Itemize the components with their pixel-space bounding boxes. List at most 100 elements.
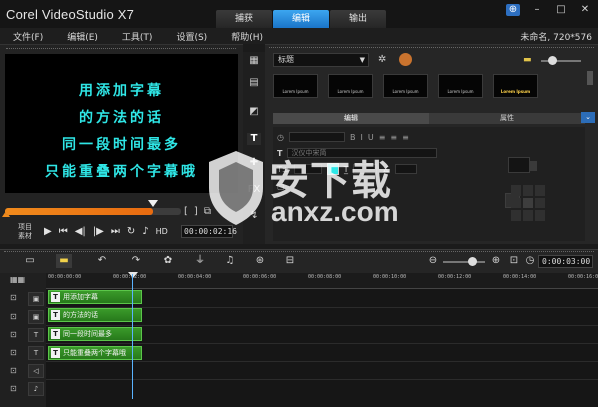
playhead[interactable] <box>132 274 133 399</box>
italic-icon[interactable]: I <box>360 133 362 142</box>
play-icon[interactable]: ▶ <box>44 226 52 237</box>
timeline-timecode[interactable]: 0:00:03:00 <box>538 255 593 268</box>
add-content-icon[interactable] <box>399 53 412 66</box>
title-thumbnail[interactable]: Lorem Ipsum <box>273 74 318 98</box>
smart-package-icon[interactable]: ✿ <box>160 254 176 268</box>
instant-project-icon[interactable]: ▤ <box>247 77 261 89</box>
rotation-icon[interactable]: ∡ <box>382 165 389 174</box>
music-track-button[interactable]: ♪ <box>28 382 44 396</box>
align-cell[interactable] <box>535 185 545 196</box>
align-icon[interactable]: ≡ <box>402 133 409 142</box>
library-scrollbar[interactable] <box>587 71 593 85</box>
effects-icon[interactable]: ✲ <box>378 54 386 65</box>
bold-icon[interactable]: B <box>350 133 356 142</box>
chevron-down-icon[interactable] <box>529 161 537 171</box>
zoom-in-icon[interactable]: ⊕ <box>488 254 504 268</box>
title-track-button[interactable]: T <box>28 346 44 360</box>
panel-grip[interactable] <box>4 251 594 253</box>
hd-button[interactable]: HD <box>156 227 168 236</box>
title-track-icon[interactable]: ⊡ <box>10 330 17 339</box>
align-cell[interactable] <box>523 210 533 221</box>
overlay-track-button[interactable]: ▣ <box>28 310 44 324</box>
track-manager-icon[interactable]: ▦▦ <box>10 275 25 284</box>
font-color-swatch[interactable] <box>326 163 339 175</box>
duration-field[interactable] <box>288 132 345 142</box>
tab-share[interactable]: 输出 <box>330 10 386 28</box>
gallery-select[interactable]: 标题 ▼ <box>273 53 369 67</box>
zoom-out-icon[interactable]: ⊖ <box>425 254 441 268</box>
align-icon[interactable]: ≡ <box>390 133 397 142</box>
restore-button[interactable]: □ <box>554 4 568 16</box>
mixer-icon[interactable]: ⏚ <box>192 254 208 268</box>
title-icon[interactable]: T <box>247 133 261 145</box>
motion-tracking-icon[interactable]: ⊛ <box>252 254 268 268</box>
media-icon[interactable]: ▦ <box>247 55 261 67</box>
video-preview[interactable]: 用添加字幕 的方法的话 同一段时间最多 只能重叠两个字幕哦 <box>5 54 238 193</box>
font-size-field[interactable] <box>293 164 322 174</box>
scrub-handle[interactable] <box>147 200 158 207</box>
panel-grip[interactable] <box>269 47 594 49</box>
title-track-button[interactable]: T <box>28 328 44 342</box>
timeline-view-icon[interactable]: ▬ <box>56 254 72 268</box>
home-icon[interactable]: ⏮ <box>59 226 68 237</box>
multi-title-checkbox[interactable]: ▢ <box>277 182 285 191</box>
voice-track-button[interactable]: ◁ <box>28 364 44 378</box>
align-cell[interactable] <box>511 210 521 221</box>
collapse-options-icon[interactable]: ⌄ <box>581 112 595 123</box>
scrub-bar[interactable] <box>5 200 181 215</box>
align-cell[interactable] <box>523 197 533 209</box>
volume-icon[interactable]: ♪ <box>142 226 148 237</box>
zoom-slider[interactable] <box>443 261 485 263</box>
panel-grip[interactable] <box>6 48 236 50</box>
video-track-icon[interactable]: ⊡ <box>10 293 17 302</box>
fit-to-window-icon[interactable]: ⊡ <box>506 254 522 268</box>
menu-help[interactable]: 帮助(H) <box>231 30 263 43</box>
menu-file[interactable]: 文件(F) <box>13 30 43 43</box>
align-cell[interactable] <box>511 197 521 209</box>
align-cell[interactable] <box>511 185 521 196</box>
path-icon[interactable]: ↯ <box>247 210 261 222</box>
line-spacing-field[interactable] <box>353 164 378 174</box>
split-icon[interactable]: ⧉ <box>204 206 211 217</box>
title-thumbnail[interactable]: Lorem Ipsum <box>438 74 483 98</box>
close-button[interactable]: ✕ <box>578 4 592 16</box>
font-select[interactable]: 汉仪中宋简 <box>287 148 438 158</box>
tab-edit-options[interactable]: 编辑 <box>273 113 429 124</box>
text-background-select[interactable] <box>508 157 530 173</box>
repeat-icon[interactable]: ↻ <box>127 226 135 237</box>
tab-edit[interactable]: 编辑 <box>273 10 329 28</box>
filter-icon[interactable]: FX <box>247 184 261 196</box>
graphic-icon[interactable]: ✚ <box>247 157 261 169</box>
title-clip[interactable]: T 的方法的话 <box>48 308 142 322</box>
align-icon[interactable]: ≡ <box>379 133 386 142</box>
undo-icon[interactable]: ↶ <box>94 254 110 268</box>
title-clip[interactable]: T 只能重叠两个字幕哦 <box>48 346 142 360</box>
globe-icon[interactable]: ⊕ <box>506 4 520 16</box>
align-cell[interactable] <box>523 185 533 196</box>
subtitle-editor-icon[interactable]: ⊟ <box>282 254 298 268</box>
voice-track-icon[interactable]: ⊡ <box>10 366 17 375</box>
thumbnail-size-knob[interactable] <box>548 56 557 65</box>
project-mode-label[interactable]: 项目 <box>18 223 32 232</box>
end-icon[interactable]: ⏭ <box>111 226 120 237</box>
thumbnail-size-slider[interactable] <box>541 60 581 62</box>
title-track-icon[interactable]: ⊡ <box>10 348 17 357</box>
mark-out-icon[interactable]: ] <box>194 206 198 217</box>
clip-mode-label[interactable]: 素材 <box>18 232 32 241</box>
preview-timecode[interactable]: 00:00:02:16 <box>181 225 237 238</box>
tab-attributes[interactable]: 属性 <box>429 113 585 124</box>
menu-tools[interactable]: 工具(T) <box>122 30 153 43</box>
music-track-icon[interactable]: ⊡ <box>10 384 17 393</box>
title-thumbnail[interactable]: Lorem Ipsum <box>493 74 538 98</box>
menu-settings[interactable]: 设置(S) <box>176 30 207 43</box>
next-frame-icon[interactable]: |▶ <box>93 226 104 237</box>
title-clip[interactable]: T 用添加字幕 <box>48 290 142 304</box>
timeline-tracks[interactable]: T 用添加字幕 T 的方法的话 T 同一段时间最多 T 只能重叠两个字幕哦 <box>46 289 598 407</box>
align-cell[interactable] <box>535 197 545 209</box>
video-track-button[interactable]: ▣ <box>28 292 44 306</box>
underline-icon[interactable]: U <box>368 133 374 142</box>
transition-icon[interactable]: ◩ <box>247 106 261 118</box>
rotation-field[interactable] <box>394 164 417 174</box>
view-list-icon[interactable]: ▬ <box>523 55 532 65</box>
line-spacing-icon[interactable]: T̲ <box>344 165 349 174</box>
